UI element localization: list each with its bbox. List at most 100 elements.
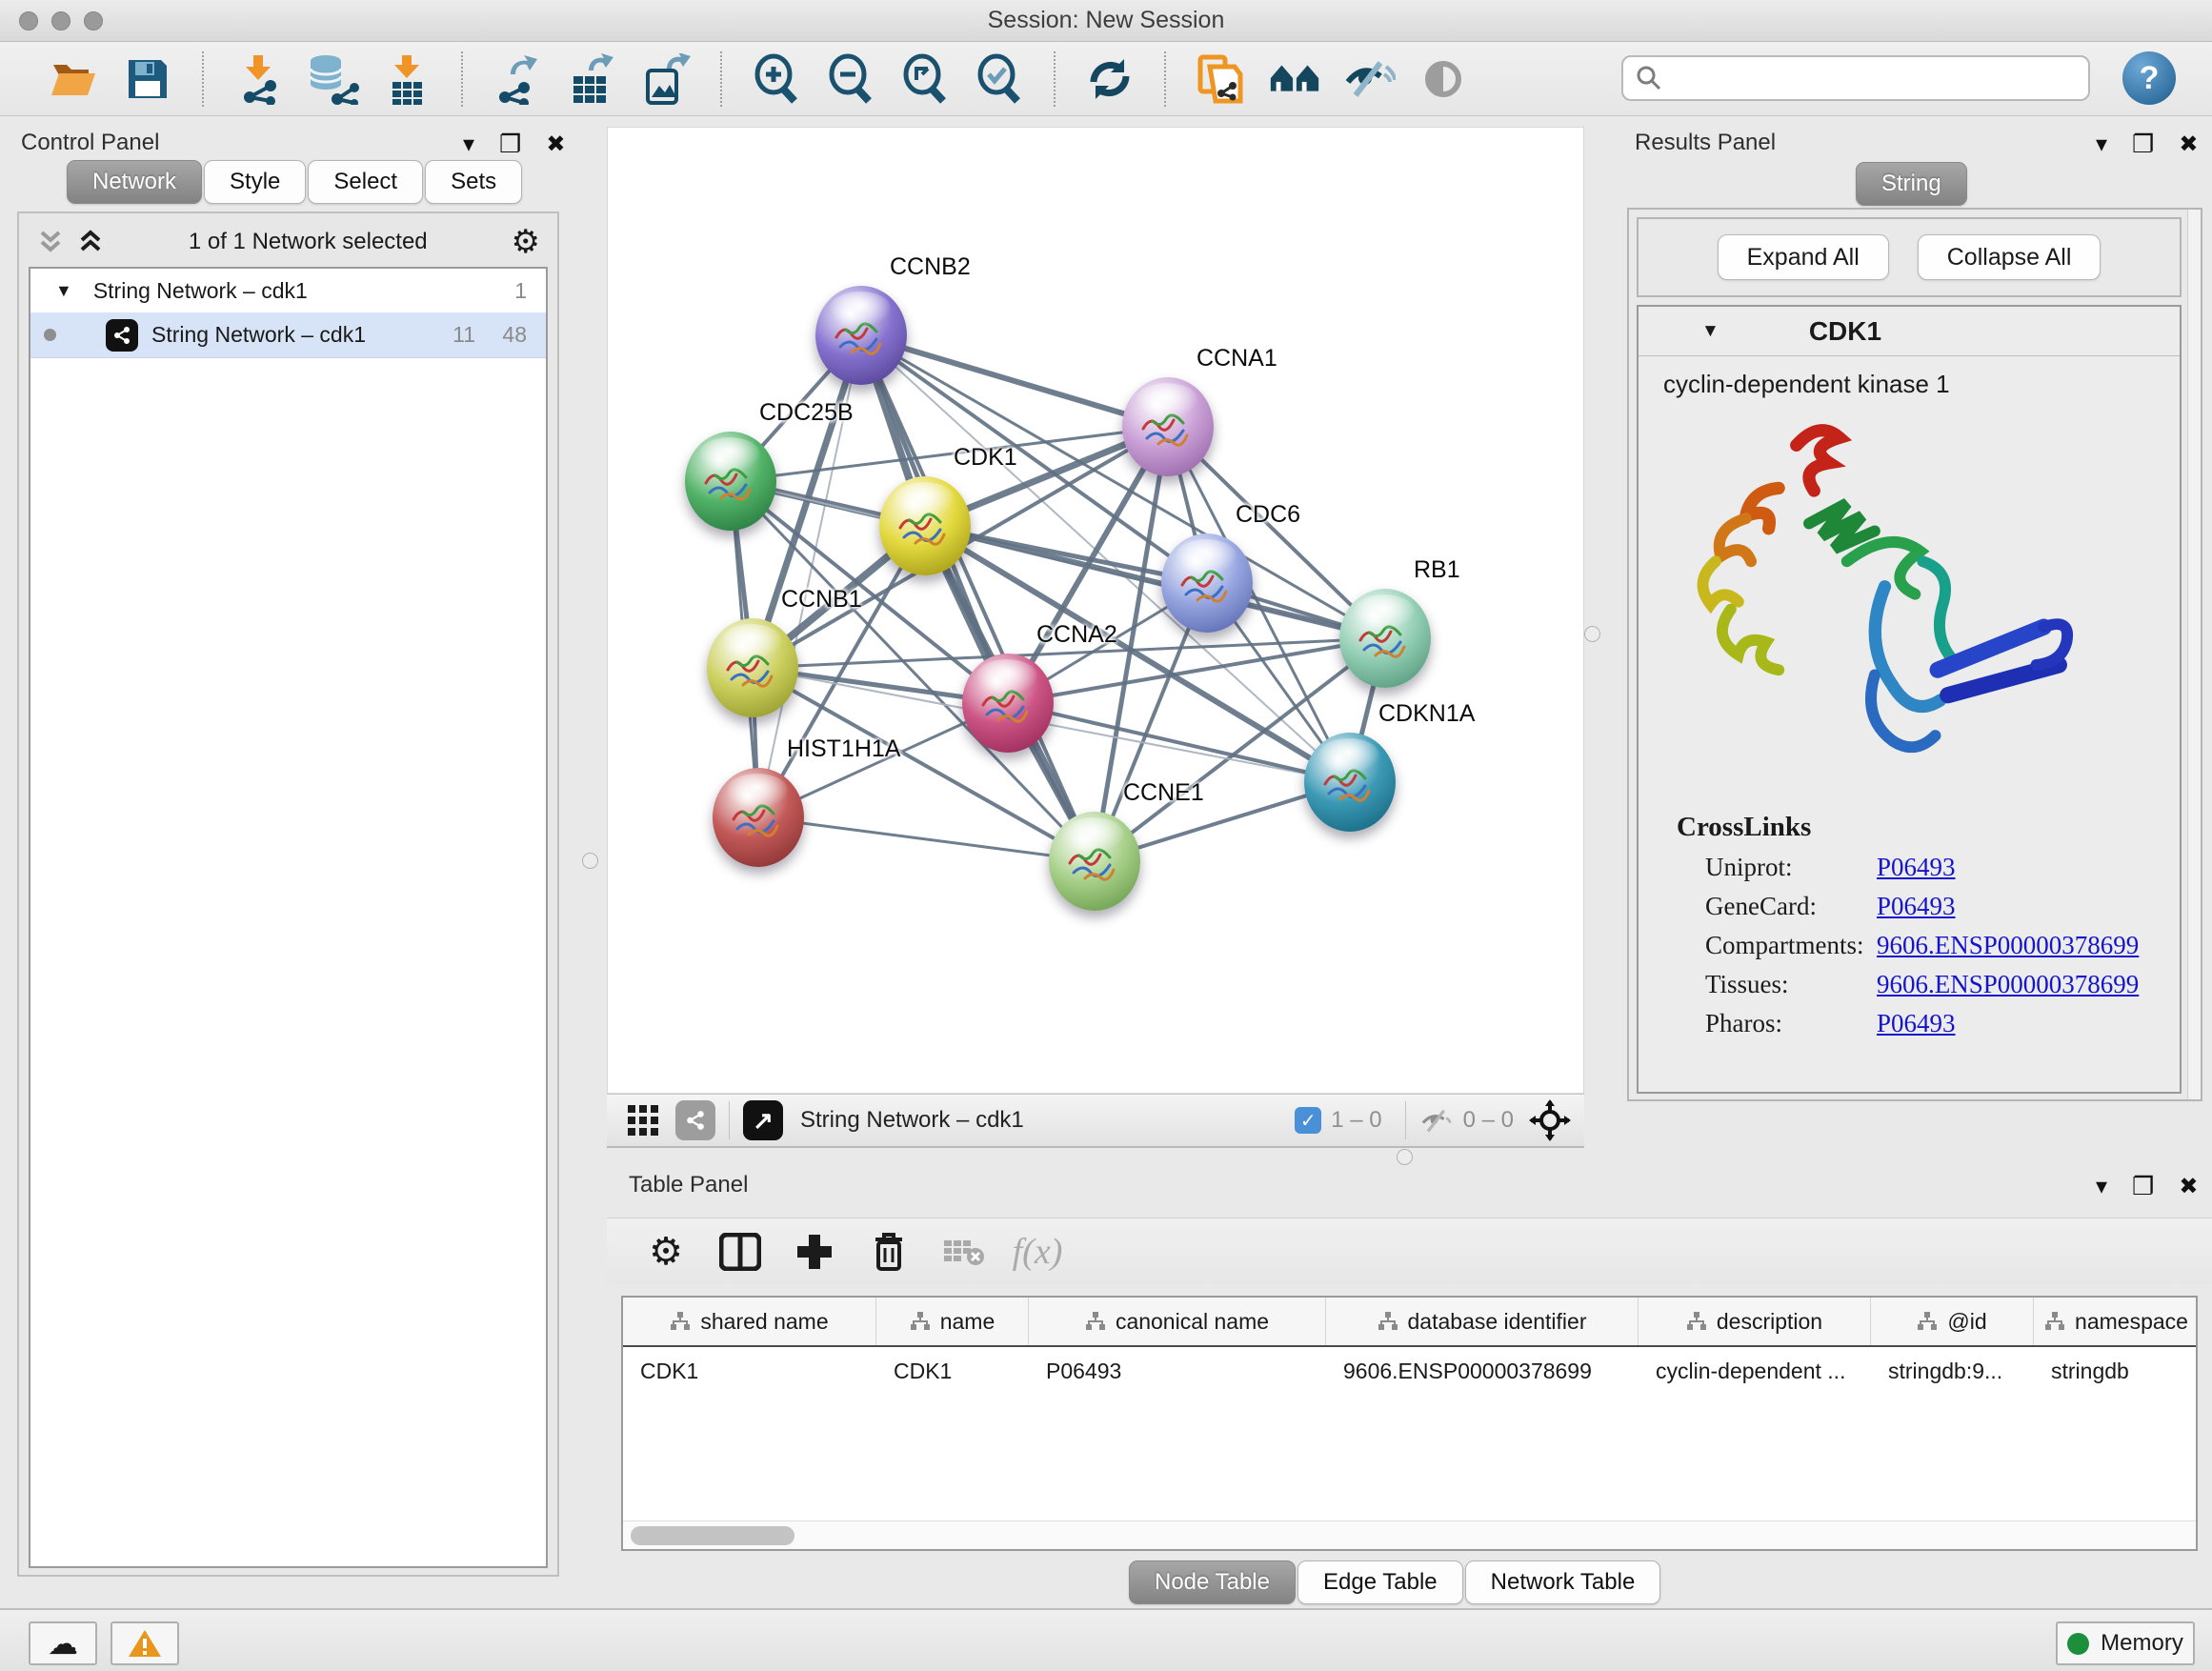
float-panel-icon[interactable]: ▾ xyxy=(2096,131,2107,158)
undock-panel-icon[interactable]: ❐ xyxy=(2132,1172,2154,1201)
network-node-ccne1[interactable] xyxy=(1049,812,1140,911)
crosslink-link[interactable]: P06493 xyxy=(1877,1009,1956,1038)
results-scrollbar[interactable] xyxy=(2187,210,2201,1099)
refresh-icon[interactable] xyxy=(1082,51,1137,107)
crosslink-link[interactable]: 9606.ENSP00000378699 xyxy=(1877,970,2139,999)
close-panel-icon[interactable]: ✖ xyxy=(546,131,565,158)
entry-expander-icon[interactable]: ▼ xyxy=(1701,321,1719,342)
column-header-sharedname[interactable]: shared name xyxy=(623,1298,876,1345)
network-edge[interactable] xyxy=(925,526,1385,638)
tab-string[interactable]: String xyxy=(1856,162,1967,206)
window-controls[interactable] xyxy=(19,11,103,30)
minimize-window-icon[interactable] xyxy=(51,11,70,30)
undock-panel-icon[interactable]: ❐ xyxy=(499,130,521,159)
close-panel-icon[interactable]: ✖ xyxy=(2179,131,2198,158)
warnings-button[interactable] xyxy=(111,1621,179,1665)
show-columns-icon[interactable] xyxy=(710,1225,771,1278)
table-hscrollbar[interactable] xyxy=(623,1520,2196,1549)
table-cell[interactable]: CDK1 xyxy=(876,1347,1029,1395)
left-splitter-handle[interactable] xyxy=(582,853,598,869)
column-header-canonicalname[interactable]: canonical name xyxy=(1029,1298,1326,1345)
table-cell[interactable]: P06493 xyxy=(1029,1347,1326,1395)
table-cell[interactable]: stringdb xyxy=(2034,1347,2198,1395)
open-folder-icon[interactable] xyxy=(46,51,101,107)
tab-style[interactable]: Style xyxy=(204,160,306,204)
network-overview-icon[interactable] xyxy=(675,1100,715,1140)
column-header-id[interactable]: @id xyxy=(1871,1298,2034,1345)
hidden-items-eye-icon[interactable] xyxy=(1419,1106,1454,1135)
expand-all-networks-icon[interactable] xyxy=(76,229,105,255)
table-hscrollbar-thumb[interactable] xyxy=(631,1526,794,1545)
import-database-icon[interactable] xyxy=(305,51,360,107)
network-edge[interactable] xyxy=(861,335,1095,861)
network-node-ccna2[interactable] xyxy=(962,654,1054,753)
collection-expander-icon[interactable]: ▼ xyxy=(55,281,72,301)
collapse-all-button[interactable]: Collapse All xyxy=(1918,234,2101,280)
export-network-icon[interactable] xyxy=(490,51,545,107)
hide-selected-icon[interactable] xyxy=(1341,51,1397,107)
save-icon[interactable] xyxy=(120,51,175,107)
import-table-icon[interactable] xyxy=(379,51,434,107)
network-node-ccnb1[interactable] xyxy=(707,618,798,717)
collapse-all-networks-icon[interactable] xyxy=(36,229,65,255)
delete-column-icon[interactable] xyxy=(858,1225,919,1278)
float-panel-icon[interactable]: ▾ xyxy=(463,131,474,158)
close-window-icon[interactable] xyxy=(19,11,38,30)
network-edge[interactable] xyxy=(758,817,1095,861)
table-cell[interactable]: CDK1 xyxy=(623,1347,876,1395)
export-image-icon[interactable] xyxy=(638,51,694,107)
crosslink-link[interactable]: 9606.ENSP00000378699 xyxy=(1877,931,2139,960)
zoom-selected-icon[interactable] xyxy=(972,51,1027,107)
network-node-ccnb2[interactable] xyxy=(815,286,907,385)
zoom-fit-icon[interactable] xyxy=(897,51,953,107)
crosslink-link[interactable]: P06493 xyxy=(1877,853,1956,882)
show-all-icon[interactable] xyxy=(1416,51,1471,107)
network-node-cdkn1a[interactable] xyxy=(1304,733,1396,832)
zoom-out-icon[interactable] xyxy=(823,51,878,107)
maximize-window-icon[interactable] xyxy=(84,11,103,30)
table-options-gear-icon[interactable]: ⚙ xyxy=(635,1225,696,1278)
network-row[interactable]: String Network – cdk1 11 48 xyxy=(30,312,546,358)
first-neighbors-icon[interactable] xyxy=(1267,51,1322,107)
network-node-rb1[interactable] xyxy=(1339,589,1431,688)
tab-network-table[interactable]: Network Table xyxy=(1465,1560,1661,1604)
network-edge[interactable] xyxy=(861,335,1168,427)
tab-sets[interactable]: Sets xyxy=(425,160,522,204)
copy-network-icon[interactable] xyxy=(1193,51,1248,107)
fit-content-crosshair-icon[interactable] xyxy=(1529,1099,1571,1141)
table-cell[interactable]: cyclin-dependent ... xyxy=(1639,1347,1871,1395)
cloud-status-button[interactable]: ☁ xyxy=(29,1621,97,1665)
network-edge[interactable] xyxy=(1008,703,1350,782)
tab-edge-table[interactable]: Edge Table xyxy=(1297,1560,1463,1604)
right-splitter-handle[interactable] xyxy=(1584,626,1600,642)
zoom-in-icon[interactable] xyxy=(749,51,804,107)
tab-node-table[interactable]: Node Table xyxy=(1129,1560,1296,1604)
close-panel-icon[interactable]: ✖ xyxy=(2179,1173,2198,1200)
expand-all-button[interactable]: Expand All xyxy=(1718,234,1889,280)
network-options-gear-icon[interactable]: ⚙ xyxy=(512,223,540,261)
column-header-description[interactable]: description xyxy=(1639,1298,1871,1345)
toolbar-search[interactable] xyxy=(1621,55,2090,101)
search-input[interactable] xyxy=(1663,65,2063,91)
table-cell[interactable]: 9606.ENSP00000378699 xyxy=(1326,1347,1639,1395)
memory-button[interactable]: Memory xyxy=(2056,1621,2195,1665)
crosslink-link[interactable]: P06493 xyxy=(1877,892,1956,921)
export-table-icon[interactable] xyxy=(564,51,619,107)
grid-view-icon[interactable] xyxy=(626,1103,660,1137)
network-node-cdk1[interactable] xyxy=(879,476,971,575)
tab-network[interactable]: Network xyxy=(67,160,202,204)
help-icon[interactable]: ? xyxy=(2122,51,2176,105)
node-detail-header[interactable]: ▼ CDK1 xyxy=(1639,307,2180,356)
network-collection-row[interactable]: ▼ String Network – cdk1 1 xyxy=(30,269,546,312)
column-header-name[interactable]: name xyxy=(876,1298,1029,1345)
detach-view-icon[interactable]: ↗ xyxy=(743,1100,783,1140)
horizontal-splitter-handle[interactable] xyxy=(1397,1149,1413,1165)
network-node-cdc6[interactable] xyxy=(1161,534,1253,633)
network-node-ccna1[interactable] xyxy=(1122,377,1214,476)
tab-select[interactable]: Select xyxy=(308,160,423,204)
table-cell[interactable]: stringdb:9... xyxy=(1871,1347,2034,1395)
column-header-namespace[interactable]: namespace xyxy=(2034,1298,2198,1345)
import-network-icon[interactable] xyxy=(231,51,286,107)
network-canvas[interactable]: CCNB2CCNA1CDC25BCDK1CDC6RB1CCNB1CCNA2CDK… xyxy=(607,127,1584,1094)
network-node-hist1h1a[interactable] xyxy=(713,768,804,867)
